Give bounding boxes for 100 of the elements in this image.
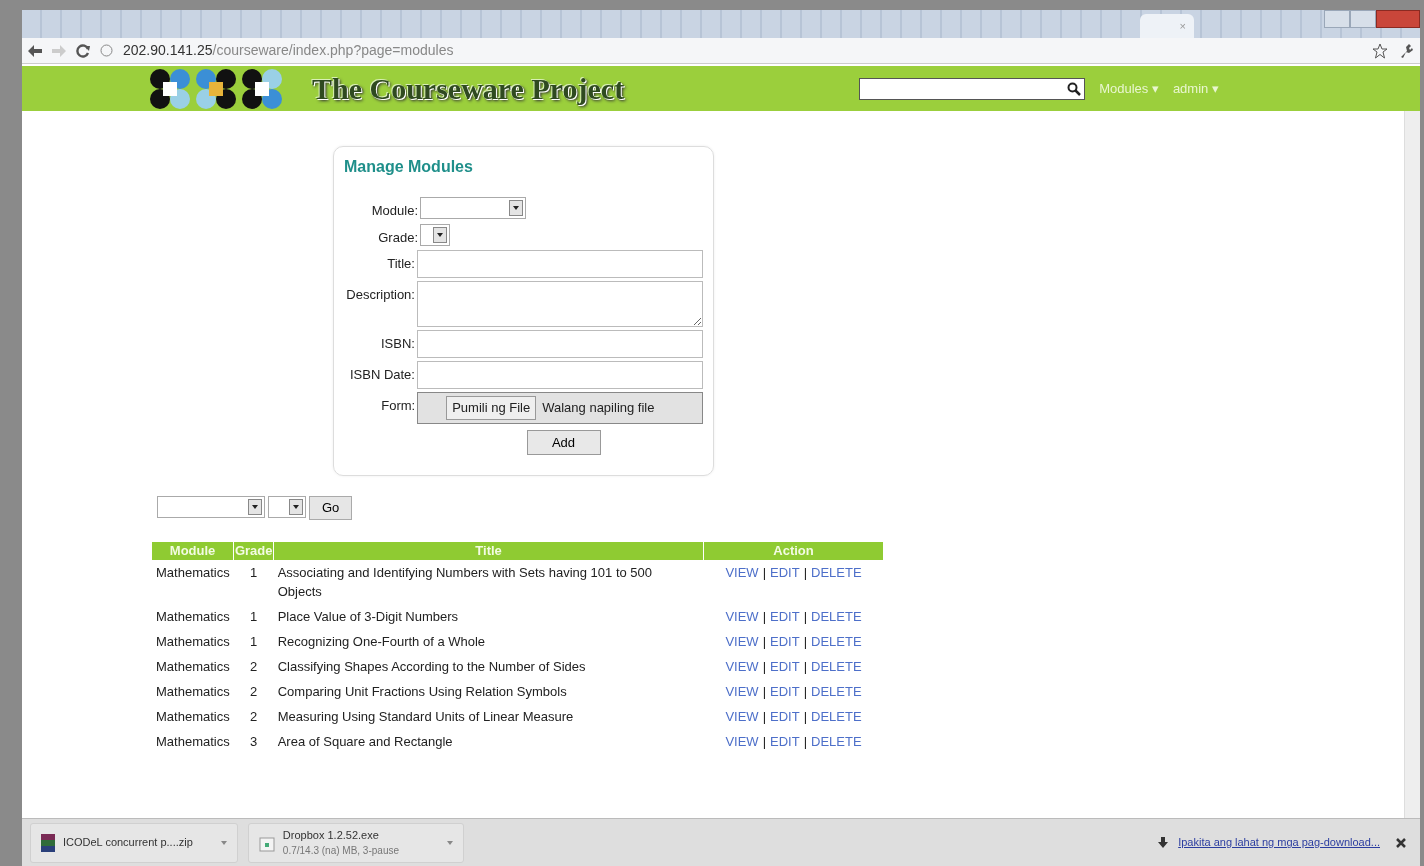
select-field[interactable]	[420, 223, 450, 246]
file-field[interactable]: Pumili ng File Walang napiling file	[417, 392, 703, 424]
field-label: ISBN Date:	[348, 366, 415, 384]
caret-icon[interactable]	[447, 840, 453, 845]
table-cell: Mathematics	[152, 559, 234, 604]
input-field[interactable]	[416, 250, 703, 278]
separator: |	[762, 683, 766, 699]
table-cell-text: 1	[249, 632, 259, 651]
action-link[interactable]: DELETE	[811, 658, 862, 674]
input-field[interactable]	[416, 330, 703, 358]
table-cell-text: Comparing Unit Fractions Using Relation Symbols	[276, 682, 568, 701]
scrollbar[interactable]	[1404, 111, 1420, 818]
action-link[interactable]: VIEW	[725, 733, 759, 749]
action-link[interactable]: EDIT	[770, 608, 800, 624]
tab-close-icon[interactable]: ×	[1179, 17, 1186, 35]
table-cell-text: 2	[249, 682, 259, 701]
action-link[interactable]: VIEW	[725, 564, 759, 580]
field-label: Grade:	[377, 228, 418, 247]
action-link[interactable]: VIEW	[725, 633, 759, 649]
table-cell-text: Mathematics	[155, 657, 231, 676]
separator: |	[803, 658, 808, 674]
globe-icon	[100, 44, 113, 57]
table-cell-text: Classifying Shapes According to the Number of Sides	[276, 657, 587, 676]
reload-icon[interactable]	[76, 43, 90, 58]
table-cell-text: Measuring Using Standard Units of Linear Measure	[276, 707, 575, 726]
column-header: Grade	[233, 541, 274, 560]
file-status: Walang napiling file	[542, 399, 655, 418]
table-cell-text: Mathematics	[155, 632, 231, 651]
table-cell-text: 2	[249, 707, 259, 726]
back-icon[interactable]	[28, 44, 42, 57]
column-header: Module	[152, 541, 234, 560]
separator: |	[803, 633, 808, 649]
go-button[interactable]: Go	[309, 496, 353, 520]
search-field[interactable]	[859, 77, 1086, 100]
table-cell-text: Recognizing One-Fourth of a Whole	[276, 632, 487, 651]
choose-file-button[interactable]: Pumili ng File	[446, 396, 537, 420]
table-cell-text: Mathematics	[155, 682, 231, 701]
search-icon[interactable]	[1067, 81, 1082, 96]
file-name: ICODeL concurrent p....zip	[63, 835, 193, 851]
action-link[interactable]: DELETE	[811, 733, 862, 749]
table-cell-text: Place Value of 3-Digit Numbers	[276, 607, 460, 626]
action-link[interactable]: DELETE	[811, 633, 862, 649]
action-link[interactable]: EDIT	[770, 733, 800, 749]
logo-icon	[150, 67, 282, 110]
separator: |	[762, 564, 766, 580]
text-area[interactable]	[416, 281, 703, 327]
maximize-button[interactable]	[1350, 10, 1376, 28]
separator: |	[762, 708, 766, 724]
action-link[interactable]: VIEW	[725, 608, 759, 624]
input-field[interactable]	[416, 361, 703, 389]
separator: |	[803, 683, 808, 699]
separator: |	[762, 733, 766, 749]
browser-tab[interactable]: ×	[1140, 14, 1194, 38]
table-cell: 1	[233, 559, 274, 604]
minimize-button[interactable]	[1324, 10, 1350, 28]
download-item[interactable]: Dropbox 1.2.52.exe 0.7/14.3 (na) MB, 3-pause	[247, 822, 464, 863]
close-icon[interactable]	[1396, 837, 1406, 848]
action-link[interactable]: EDIT	[770, 683, 800, 699]
show-all-downloads-link[interactable]: Ipakita ang lahat ng mga pag-download...	[1178, 834, 1380, 851]
separator: |	[762, 658, 766, 674]
action-link[interactable]: VIEW	[725, 708, 759, 724]
action-link[interactable]: EDIT	[770, 633, 800, 649]
action-link[interactable]: EDIT	[770, 658, 800, 674]
table-cell-text: Area of Square and Rectangle	[276, 732, 454, 751]
action-link[interactable]: DELETE	[811, 608, 862, 624]
separator: |	[762, 633, 766, 649]
archive-icon	[41, 833, 55, 852]
download-item[interactable]: ICODeL concurrent p....zip	[30, 822, 238, 863]
table-cell-text: Mathematics	[155, 607, 231, 626]
column-header: Action	[703, 541, 884, 560]
action-link[interactable]: VIEW	[725, 658, 759, 674]
download-status: 0.7/14.3 (na) MB, 3-pause	[282, 844, 399, 859]
select-field[interactable]	[420, 197, 526, 219]
star-icon[interactable]	[1372, 42, 1388, 59]
download-icon	[1158, 836, 1169, 849]
table-cell-text: 3	[249, 732, 259, 751]
table-cell: Associating and Identifying Numbers with Sets having 101 to 500 Objects	[273, 559, 704, 604]
field-label: Description:	[345, 286, 415, 304]
table-cell-text: 1	[249, 607, 259, 626]
action-link[interactable]: VIEW	[725, 683, 759, 699]
separator: |	[803, 708, 808, 724]
file-name: Dropbox 1.2.52.exe	[282, 827, 380, 843]
column-header: Title	[273, 541, 704, 560]
field-label: Module:	[370, 202, 418, 220]
field-label: Title:	[386, 255, 415, 273]
separator: |	[803, 733, 808, 749]
action-link[interactable]: DELETE	[811, 564, 862, 580]
add-button[interactable]: Add	[526, 430, 601, 455]
separator: |	[803, 608, 808, 624]
action-link[interactable]: DELETE	[811, 683, 862, 699]
caret-icon[interactable]	[220, 840, 227, 845]
field-label: ISBN:	[380, 335, 415, 353]
close-button[interactable]	[1376, 10, 1420, 28]
site-title: The Courseware Project	[312, 71, 625, 107]
action-link[interactable]: EDIT	[770, 564, 800, 580]
action-link[interactable]: EDIT	[770, 708, 800, 724]
separator: |	[803, 564, 808, 580]
table-cell-text: 2	[249, 657, 259, 676]
form-title: Manage Modules	[344, 157, 474, 177]
action-link[interactable]: DELETE	[811, 708, 862, 724]
